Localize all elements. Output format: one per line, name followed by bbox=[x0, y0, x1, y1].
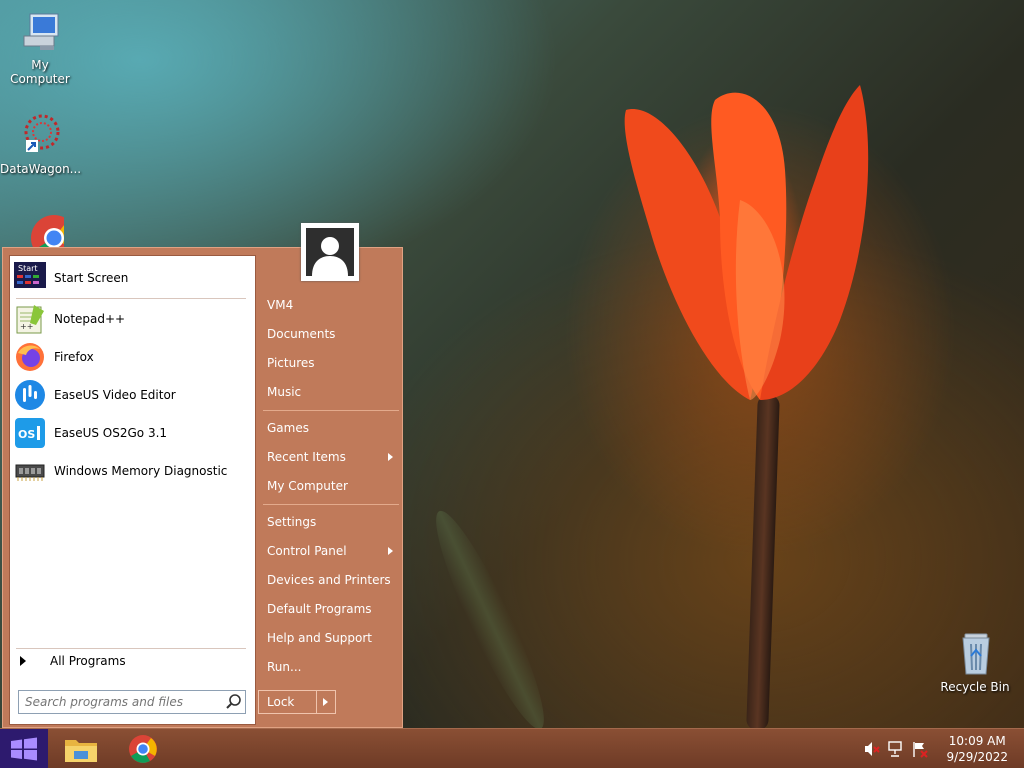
taskbar-chrome[interactable] bbox=[118, 731, 168, 767]
menu-item-recent-items[interactable]: Recent Items bbox=[265, 446, 401, 468]
desktop-icon-my-computer[interactable]: My Computer bbox=[0, 8, 80, 86]
datawagon-icon bbox=[16, 112, 64, 160]
windows-logo-icon bbox=[11, 737, 37, 761]
menu-item-my-computer[interactable]: My Computer bbox=[265, 475, 401, 497]
wallpaper-tulip bbox=[624, 85, 869, 400]
lock-button[interactable]: Lock bbox=[259, 691, 317, 713]
menu-item-games[interactable]: Games bbox=[265, 417, 401, 439]
program-firefox[interactable]: Firefox bbox=[14, 340, 252, 374]
svg-text:++: ++ bbox=[20, 322, 33, 331]
program-notepadpp[interactable]: ++ Notepad++ bbox=[14, 302, 252, 336]
divider bbox=[16, 648, 246, 649]
easeus-video-editor-icon bbox=[14, 379, 46, 411]
svg-text:Start: Start bbox=[18, 264, 38, 273]
menu-item-help-support[interactable]: Help and Support bbox=[265, 627, 401, 649]
start-button[interactable] bbox=[0, 729, 48, 768]
menu-item-settings[interactable]: Settings bbox=[265, 511, 401, 533]
program-start-screen[interactable]: Start Start Screen bbox=[14, 261, 252, 295]
start-menu: Start Start Screen ++ Notepad++ Firefox … bbox=[2, 223, 404, 729]
recycle-bin-icon bbox=[951, 630, 999, 678]
lock-button-group: Lock bbox=[258, 690, 336, 714]
submenu-arrow-icon bbox=[388, 547, 393, 555]
chrome-icon bbox=[129, 735, 157, 763]
volume-muted-icon[interactable] bbox=[863, 740, 881, 758]
program-easeus-video-editor[interactable]: EaseUS Video Editor bbox=[14, 378, 252, 412]
divider bbox=[263, 410, 399, 411]
menu-item-pictures[interactable]: Pictures bbox=[265, 352, 401, 374]
expand-arrow-icon bbox=[20, 656, 26, 666]
programs-pane: Start Start Screen ++ Notepad++ Firefox … bbox=[9, 255, 256, 725]
notepadpp-icon: ++ bbox=[14, 303, 46, 335]
divider bbox=[16, 298, 246, 299]
search-icon[interactable] bbox=[223, 691, 245, 713]
svg-text:OS: OS bbox=[18, 428, 35, 441]
network-icon[interactable] bbox=[887, 740, 905, 758]
action-center-flag-icon[interactable] bbox=[911, 740, 929, 758]
menu-item-default-programs[interactable]: Default Programs bbox=[265, 598, 401, 620]
firefox-icon bbox=[14, 341, 46, 373]
menu-item-run[interactable]: Run... bbox=[265, 656, 401, 678]
taskbar: 10:09 AM 9/29/2022 bbox=[0, 728, 1024, 768]
start-screen-icon: Start bbox=[14, 262, 46, 294]
wallpaper-stem bbox=[746, 394, 780, 731]
submenu-arrow-icon bbox=[388, 453, 393, 461]
menu-item-music[interactable]: Music bbox=[265, 381, 401, 403]
memory-diagnostic-icon bbox=[14, 455, 46, 487]
computer-icon bbox=[16, 8, 64, 56]
menu-item-documents[interactable]: Documents bbox=[265, 323, 401, 345]
desktop-icon-recycle-bin[interactable]: Recycle Bin bbox=[935, 630, 1015, 694]
menu-item-devices-printers[interactable]: Devices and Printers bbox=[265, 569, 401, 591]
menu-item-vm4[interactable]: VM4 bbox=[265, 294, 401, 316]
program-easeus-os2go[interactable]: OS EaseUS OS2Go 3.1 bbox=[14, 416, 252, 450]
file-explorer-icon bbox=[65, 740, 97, 762]
taskbar-file-explorer[interactable] bbox=[56, 731, 106, 767]
clock[interactable]: 10:09 AM 9/29/2022 bbox=[946, 733, 1008, 765]
program-memory-diagnostic[interactable]: Windows Memory Diagnostic bbox=[14, 454, 252, 488]
shutdown-options-button[interactable] bbox=[317, 691, 335, 713]
wallpaper-leaf bbox=[421, 502, 559, 738]
system-tray: 10:09 AM 9/29/2022 bbox=[860, 729, 1024, 768]
divider bbox=[263, 504, 399, 505]
desktop-icon-datawagon[interactable]: DataWagon... bbox=[0, 112, 81, 176]
all-programs-button[interactable]: All Programs bbox=[20, 654, 126, 668]
easeus-os2go-icon: OS bbox=[14, 417, 46, 449]
search-box bbox=[18, 690, 246, 714]
menu-item-control-panel[interactable]: Control Panel bbox=[265, 540, 401, 562]
search-input[interactable] bbox=[19, 695, 223, 709]
places-pane: VM4 Documents Pictures Music Games Recen… bbox=[259, 248, 404, 729]
